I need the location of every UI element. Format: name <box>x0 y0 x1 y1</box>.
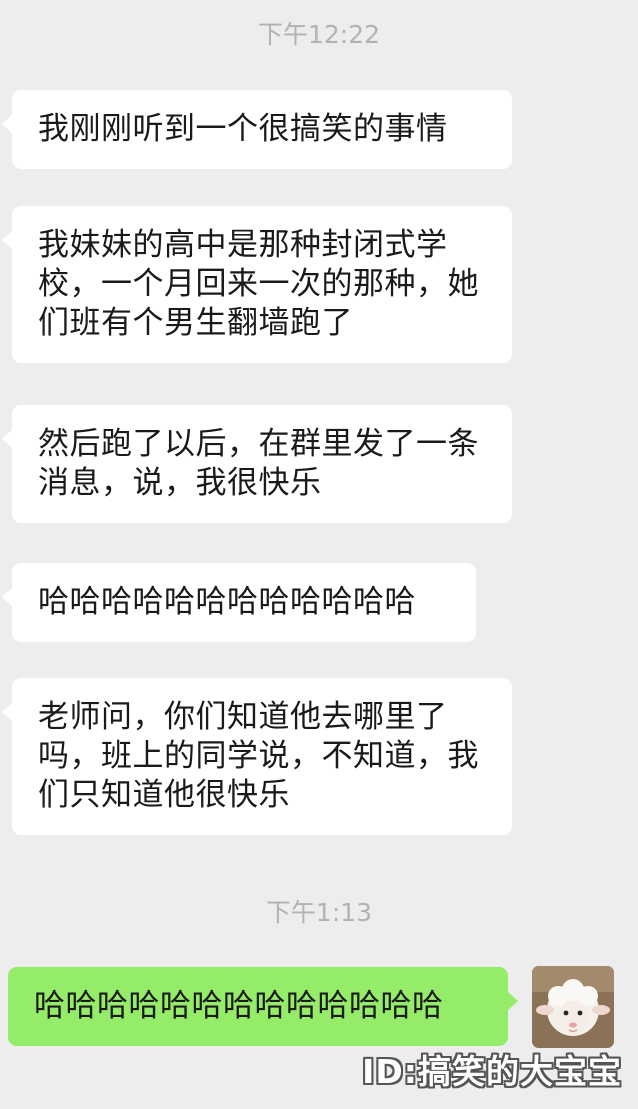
message-bubble-incoming[interactable]: 老师问，你们知道他去哪里了吗，班上的同学说，不知道，我们只知道他很快乐 <box>2 678 512 835</box>
message-text: 老师问，你们知道他去哪里了吗，班上的同学说，不知道，我们只知道他很快乐 <box>38 699 479 813</box>
message-bubble-incoming[interactable]: 哈哈哈哈哈哈哈哈哈哈哈哈 <box>2 563 476 642</box>
message-bubble-outgoing[interactable]: 哈哈哈哈哈哈哈哈哈哈哈哈哈 <box>8 967 518 1046</box>
message-bubble-incoming[interactable]: 我妹妹的高中是那种封闭式学校，一个月回来一次的那种，她们班有个男生翻墙跑了 <box>2 206 512 363</box>
timestamp: 下午1:13 <box>265 898 373 927</box>
message-bubble-incoming[interactable]: 我刚刚听到一个很搞笑的事情 <box>2 90 512 169</box>
watermark: ID:搞笑的大宝宝 <box>362 1052 622 1091</box>
message-text: 我刚刚听到一个很搞笑的事情 <box>38 111 448 147</box>
message-text: 哈哈哈哈哈哈哈哈哈哈哈哈哈 <box>34 988 444 1024</box>
message-text: 然后跑了以后，在群里发了一条消息，说，我很快乐 <box>38 426 479 501</box>
timestamp: 下午12:22 <box>257 20 381 49</box>
message-text: 我妹妹的高中是那种封闭式学校，一个月回来一次的那种，她们班有个男生翻墙跑了 <box>38 227 479 341</box>
message-bubble-incoming[interactable]: 然后跑了以后，在群里发了一条消息，说，我很快乐 <box>2 405 512 523</box>
avatar[interactable] <box>532 966 614 1048</box>
sheep-plush-avatar-icon <box>532 966 614 1048</box>
message-text: 哈哈哈哈哈哈哈哈哈哈哈哈 <box>38 584 416 620</box>
